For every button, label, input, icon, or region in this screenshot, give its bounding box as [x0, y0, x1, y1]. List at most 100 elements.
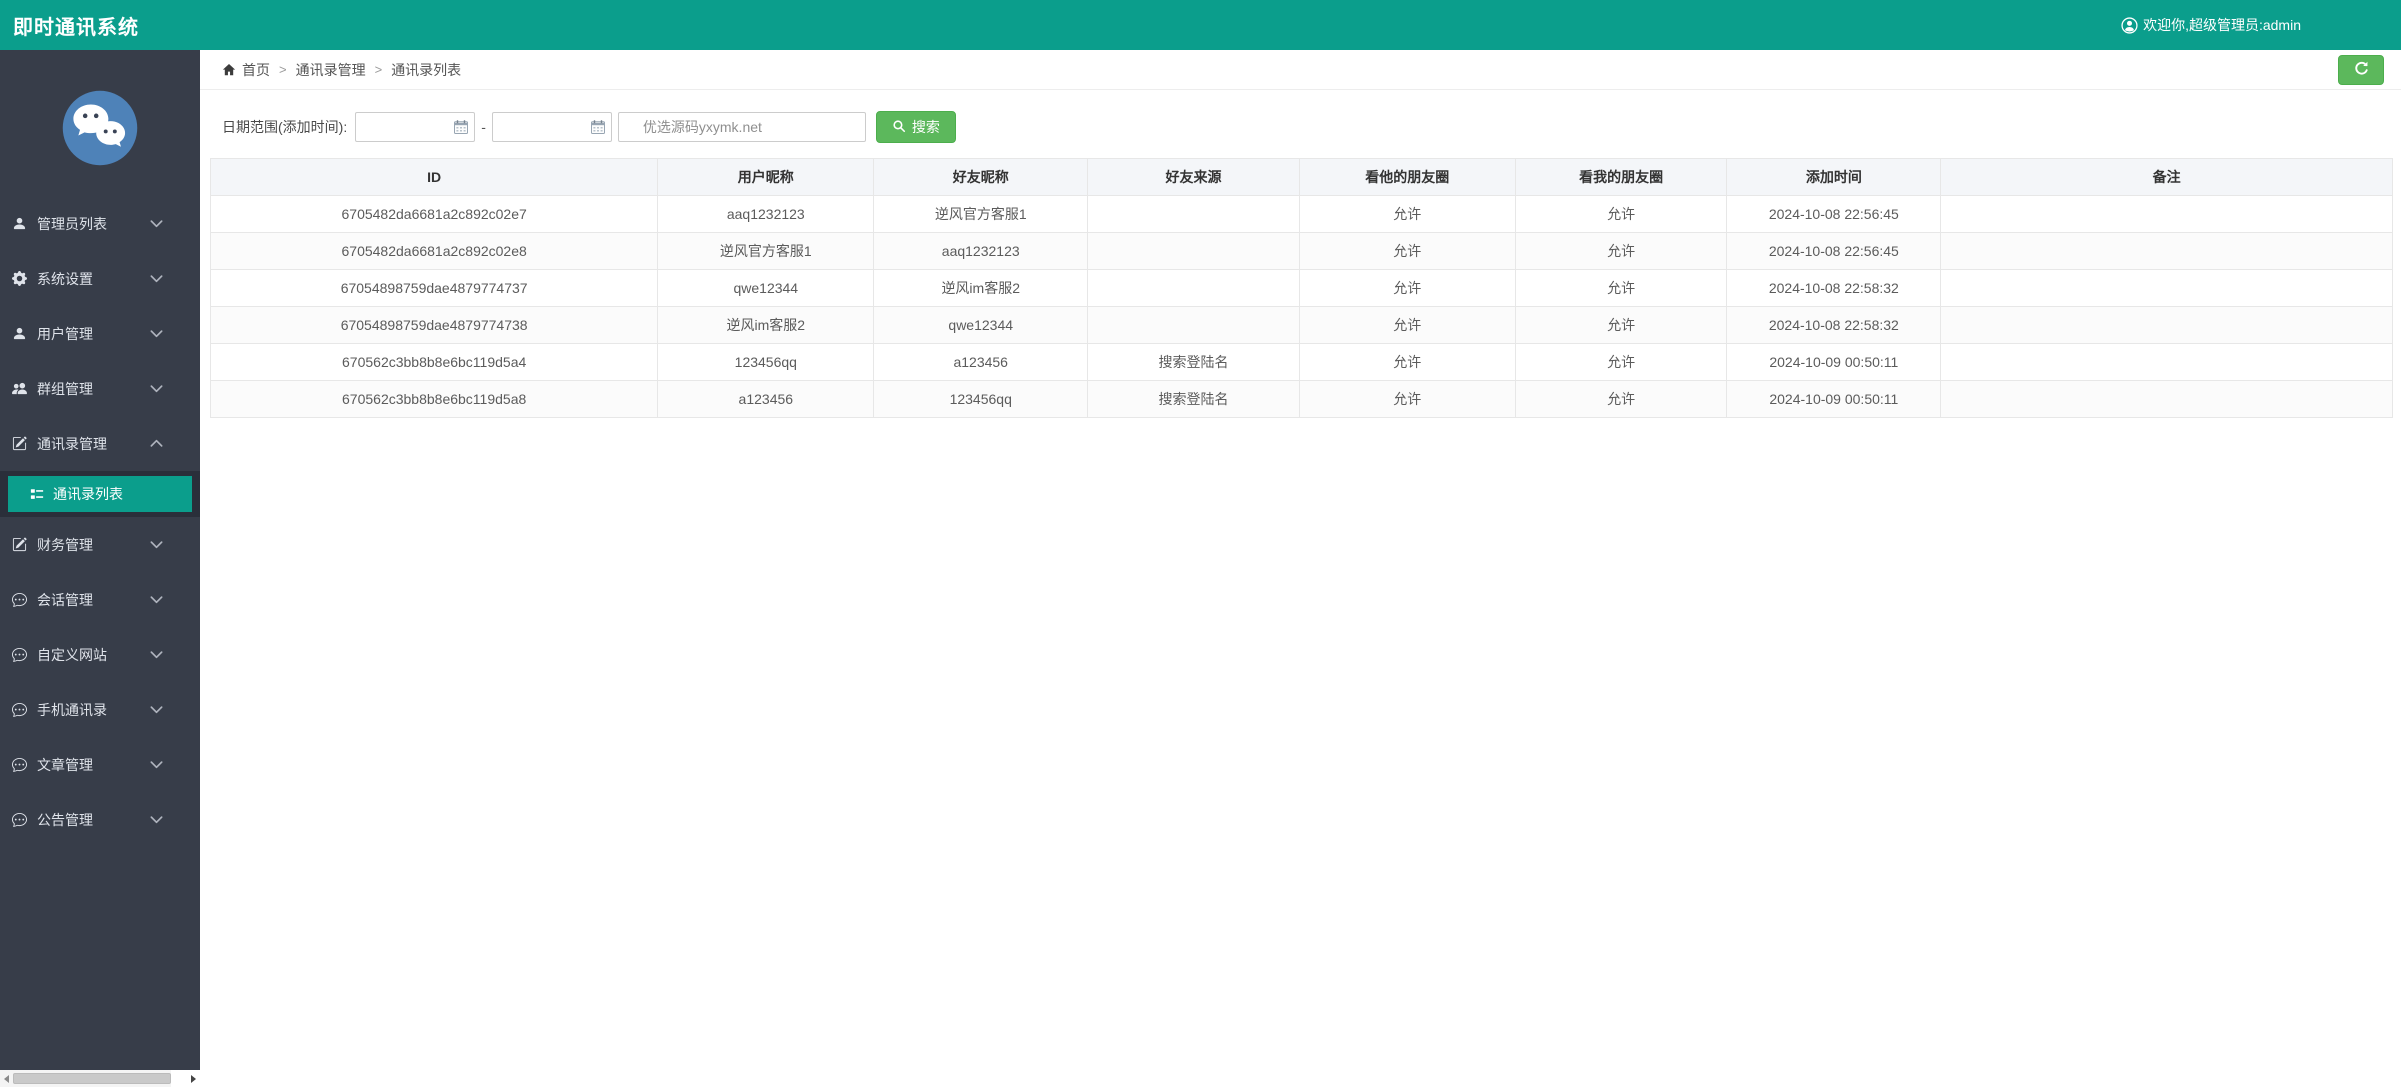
- column-header: ID: [211, 159, 658, 196]
- list-icon: [30, 487, 44, 501]
- table-cell: 2024-10-08 22:58:32: [1727, 307, 1941, 344]
- table-cell: 允许: [1299, 196, 1515, 233]
- main-content: 日期范围(添加时间): - 搜索 ID用户昵称好友昵称好友来源看他的朋友圈看我的…: [200, 91, 2401, 1087]
- table-cell: 允许: [1299, 233, 1515, 270]
- table-cell: 670562c3bb8b8e6bc119d5a8: [211, 381, 658, 418]
- edit-icon: [12, 436, 28, 452]
- table-cell: 允许: [1515, 344, 1727, 381]
- chevron-down-icon: [149, 592, 165, 608]
- table-cell: aaq1232123: [874, 233, 1088, 270]
- sidebar-item[interactable]: 公告管理: [0, 792, 200, 847]
- chevron-down-icon: [149, 381, 165, 397]
- table-cell: 2024-10-09 00:50:11: [1727, 344, 1941, 381]
- table-cell: 2024-10-09 00:50:11: [1727, 381, 1941, 418]
- table-cell: 允许: [1515, 233, 1727, 270]
- table-cell: 允许: [1299, 344, 1515, 381]
- scroll-right-arrow-icon[interactable]: [187, 1070, 200, 1087]
- breadcrumb-item[interactable]: 首页: [242, 60, 270, 80]
- chevron-down-icon: [149, 271, 165, 287]
- sidebar-item[interactable]: 会话管理: [0, 572, 200, 627]
- table-cell: [1088, 307, 1300, 344]
- date-end-input[interactable]: [492, 112, 612, 142]
- breadcrumb-separator: >: [279, 62, 287, 77]
- search-icon: [892, 119, 906, 136]
- scrollbar-track[interactable]: [171, 1070, 200, 1087]
- table-cell: 67054898759dae4879774738: [211, 307, 658, 344]
- sidebar-item[interactable]: 系统设置: [0, 251, 200, 306]
- table-row: 670562c3bb8b8e6bc119d5a8a123456123456qq搜…: [211, 381, 2393, 418]
- calendar-icon[interactable]: [453, 119, 469, 135]
- sidebar: 管理员列表系统设置用户管理群组管理通讯录管理通讯录列表财务管理会话管理自定义网站…: [0, 50, 200, 1070]
- column-header: 备注: [1941, 159, 2393, 196]
- table-cell: 123456qq: [658, 344, 874, 381]
- breadcrumb-item[interactable]: 通讯录列表: [391, 60, 461, 80]
- sidebar-item-label: 会话管理: [37, 590, 149, 610]
- date-start-input[interactable]: [355, 112, 475, 142]
- sidebar-item-label: 文章管理: [37, 755, 149, 775]
- calendar-icon[interactable]: [590, 119, 606, 135]
- sidebar-item[interactable]: 手机通讯录: [0, 682, 200, 737]
- scrollbar-thumb[interactable]: [13, 1073, 171, 1084]
- refresh-icon: [2353, 60, 2370, 80]
- sidebar-item[interactable]: 财务管理: [0, 517, 200, 572]
- sidebar-item[interactable]: 通讯录管理: [0, 416, 200, 471]
- sidebar-item[interactable]: 自定义网站: [0, 627, 200, 682]
- table-cell: 搜索登陆名: [1088, 381, 1300, 418]
- refresh-button[interactable]: [2338, 55, 2384, 85]
- date-range-label: 日期范围(添加时间):: [222, 117, 347, 137]
- table-cell: 逆风官方客服1: [658, 233, 874, 270]
- table-cell: [1941, 381, 2393, 418]
- top-bar: 即时通讯系统 欢迎你,超级管理员:admin: [0, 0, 2401, 50]
- comment-icon: [12, 702, 28, 718]
- table-cell: [1941, 307, 2393, 344]
- search-button[interactable]: 搜索: [876, 111, 956, 143]
- date-separator: -: [481, 119, 486, 135]
- sidebar-item[interactable]: 用户管理: [0, 306, 200, 361]
- keyword-input[interactable]: [618, 112, 866, 142]
- table-cell: 允许: [1299, 381, 1515, 418]
- table-cell: 逆风im客服2: [874, 270, 1088, 307]
- gear-icon: [12, 271, 28, 287]
- sidebar-item-label: 财务管理: [37, 535, 149, 555]
- table-cell: 允许: [1299, 270, 1515, 307]
- column-header: 看他的朋友圈: [1299, 159, 1515, 196]
- table-cell: qwe12344: [658, 270, 874, 307]
- table-cell: 67054898759dae4879774737: [211, 270, 658, 307]
- table-cell: 2024-10-08 22:56:45: [1727, 196, 1941, 233]
- sidebar-item[interactable]: 群组管理: [0, 361, 200, 416]
- chevron-down-icon: [149, 757, 165, 773]
- comment-icon: [12, 757, 28, 773]
- edit-icon: [12, 537, 28, 553]
- table-cell: [1088, 196, 1300, 233]
- sidebar-subitem[interactable]: 通讯录列表: [8, 476, 192, 512]
- table-cell: 逆风im客服2: [658, 307, 874, 344]
- table-cell: a123456: [658, 381, 874, 418]
- table-row: 670562c3bb8b8e6bc119d5a4123456qqa123456搜…: [211, 344, 2393, 381]
- sidebar-item-label: 管理员列表: [37, 214, 149, 234]
- comment-icon: [12, 592, 28, 608]
- sidebar-horizontal-scrollbar[interactable]: [0, 1070, 200, 1087]
- breadcrumb-item[interactable]: 通讯录管理: [296, 60, 366, 80]
- table-cell: [1088, 270, 1300, 307]
- table-cell: 允许: [1515, 307, 1727, 344]
- sidebar-item-label: 用户管理: [37, 324, 149, 344]
- table-row: 67054898759dae4879774737qwe12344逆风im客服2 允…: [211, 270, 2393, 307]
- table-row: 67054898759dae4879774738逆风im客服2qwe12344允…: [211, 307, 2393, 344]
- contacts-table: ID用户昵称好友昵称好友来源看他的朋友圈看我的朋友圈添加时间备注 6705482…: [210, 158, 2393, 418]
- comment-icon: [12, 647, 28, 663]
- chevron-down-icon: [149, 216, 165, 232]
- breadcrumb-separator: >: [375, 62, 383, 77]
- sidebar-item[interactable]: 文章管理: [0, 737, 200, 792]
- table-cell: [1941, 196, 2393, 233]
- chevron-down-icon: [149, 647, 165, 663]
- search-button-label: 搜索: [912, 117, 940, 137]
- table-cell: 6705482da6681a2c892c02e7: [211, 196, 658, 233]
- sidebar-item[interactable]: 管理员列表: [0, 196, 200, 251]
- user-icon: [12, 326, 28, 342]
- sidebar-item-label: 系统设置: [37, 269, 149, 289]
- scroll-left-arrow-icon[interactable]: [0, 1070, 13, 1087]
- comment-icon: [12, 812, 28, 828]
- chevron-up-icon: [149, 436, 165, 452]
- table-cell: 123456qq: [874, 381, 1088, 418]
- welcome-text: 欢迎你,超级管理员:admin: [2143, 15, 2301, 35]
